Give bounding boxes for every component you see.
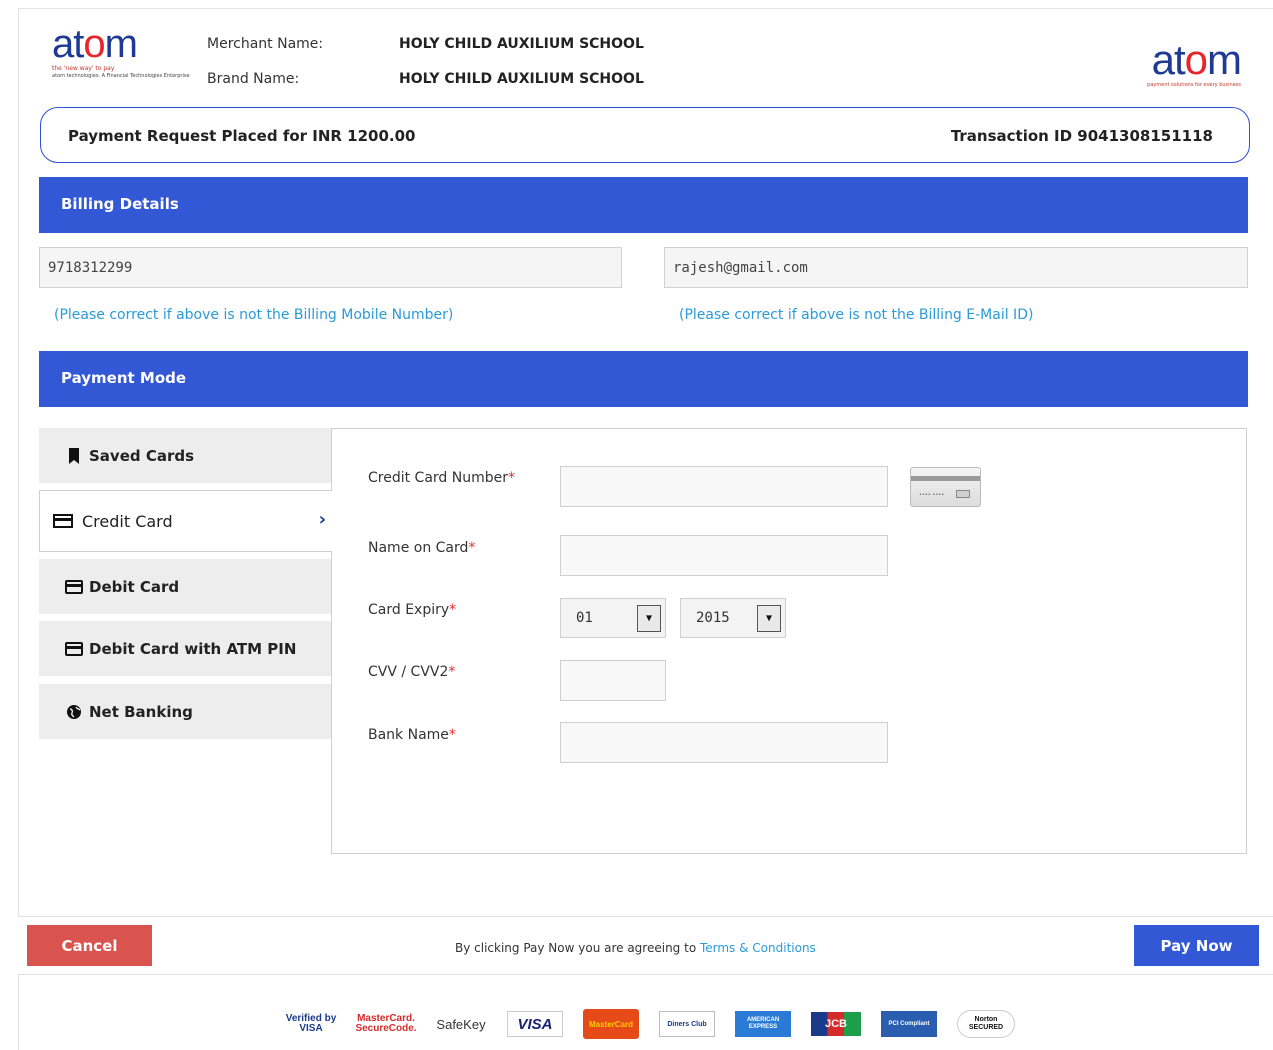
merchant-name-value: HOLY CHILD AUXILIUM SCHOOL xyxy=(399,36,644,52)
payment-mode-header: Payment Mode xyxy=(39,351,1248,407)
tab-label: Net Banking xyxy=(89,702,193,721)
diners-club-logo: Diners Club xyxy=(659,1011,715,1037)
card-expiry-label: Card Expiry* xyxy=(368,602,457,618)
tab-debit-card-atm-pin[interactable]: Debit Card with ATM PIN xyxy=(39,621,332,676)
merchant-name-label: Merchant Name: xyxy=(207,36,324,52)
tab-saved-cards[interactable]: Saved Cards xyxy=(39,428,332,483)
logo-right-tagline: payment solutions for every business xyxy=(1147,82,1241,88)
tab-label: Credit Card xyxy=(82,511,173,531)
cancel-button[interactable]: Cancel xyxy=(27,925,152,966)
tab-label: Debit Card xyxy=(89,577,180,596)
card-number-label: Credit Card Number* xyxy=(368,470,515,486)
transaction-id: Transaction ID 9041308151118 xyxy=(950,127,1213,145)
pci-compliant-logo: PCI Compliant xyxy=(881,1011,937,1037)
expiry-year-select[interactable]: 2015 ▼ xyxy=(680,598,786,638)
dropdown-arrow-icon: ▼ xyxy=(757,605,781,632)
amex-safekey-logo: SafeKey xyxy=(436,1016,486,1032)
card-number-input[interactable] xyxy=(560,466,888,507)
american-express-logo: AMERICAN EXPRESS xyxy=(735,1011,791,1037)
bookmark-icon xyxy=(65,447,83,464)
mobile-hint: (Please correct if above is not the Bill… xyxy=(54,307,454,323)
cvv-input[interactable] xyxy=(560,660,666,701)
email-hint: (Please correct if above is not the Bill… xyxy=(679,307,1034,323)
bank-name-label: Bank Name* xyxy=(368,727,456,743)
security-logos: Verified by VISA MasterCard. SecureCode.… xyxy=(285,1004,1035,1044)
mastercard-logo: MasterCard xyxy=(583,1009,639,1039)
expiry-month-select[interactable]: 01 ▼ xyxy=(560,598,666,638)
billing-mobile-input[interactable] xyxy=(39,247,622,288)
dropdown-arrow-icon: ▼ xyxy=(637,605,661,632)
name-on-card-label: Name on Card* xyxy=(368,540,476,556)
tab-label: Debit Card with ATM PIN xyxy=(89,639,297,658)
globe-icon xyxy=(65,704,83,720)
debit-card-icon xyxy=(65,641,83,656)
pay-now-button[interactable]: Pay Now xyxy=(1134,925,1259,966)
credit-card-image-icon: •••• •••• xyxy=(910,467,981,507)
debit-card-icon xyxy=(65,579,83,594)
norton-secured-logo: Norton SECURED xyxy=(957,1010,1015,1038)
brand-name-label: Brand Name: xyxy=(207,71,300,87)
logo-tagline: the 'new way' to pay xyxy=(52,65,115,72)
terms-link[interactable]: Terms & Conditions xyxy=(700,941,816,955)
payment-request-summary: Payment Request Placed for INR 1200.00 T… xyxy=(40,107,1250,163)
payment-amount: Payment Request Placed for INR 1200.00 xyxy=(68,127,416,145)
visa-logo: VISA xyxy=(507,1011,563,1037)
billing-email-input[interactable] xyxy=(664,247,1248,288)
brand-name-value: HOLY CHILD AUXILIUM SCHOOL xyxy=(399,71,644,87)
cvv-label: CVV / CVV2* xyxy=(368,664,456,680)
atom-logo-left: atom the 'new way' to pay atom technolog… xyxy=(52,24,212,94)
bank-name-input[interactable] xyxy=(560,722,888,763)
credit-card-icon xyxy=(52,514,74,528)
tab-credit-card[interactable]: Credit Card › xyxy=(39,490,332,552)
tab-net-banking[interactable]: Net Banking xyxy=(39,684,332,739)
logo-subtitle: atom technologies. A Financial Technolog… xyxy=(52,73,190,79)
name-on-card-input[interactable] xyxy=(560,535,888,576)
terms-agreement-text: By clicking Pay Now you are agreeing to … xyxy=(455,941,816,955)
jcb-logo: JCB xyxy=(811,1012,861,1036)
chevron-right-icon: › xyxy=(318,509,326,530)
verified-by-visa-logo: Verified by VISA xyxy=(285,1013,337,1034)
billing-details-header: Billing Details xyxy=(39,177,1248,233)
mastercard-securecode-logo: MasterCard. SecureCode. xyxy=(355,1013,417,1034)
atom-logo-right: atom payment solutions for every busines… xyxy=(1126,39,1242,92)
tab-debit-card[interactable]: Debit Card xyxy=(39,559,332,614)
tab-label: Saved Cards xyxy=(89,446,195,465)
